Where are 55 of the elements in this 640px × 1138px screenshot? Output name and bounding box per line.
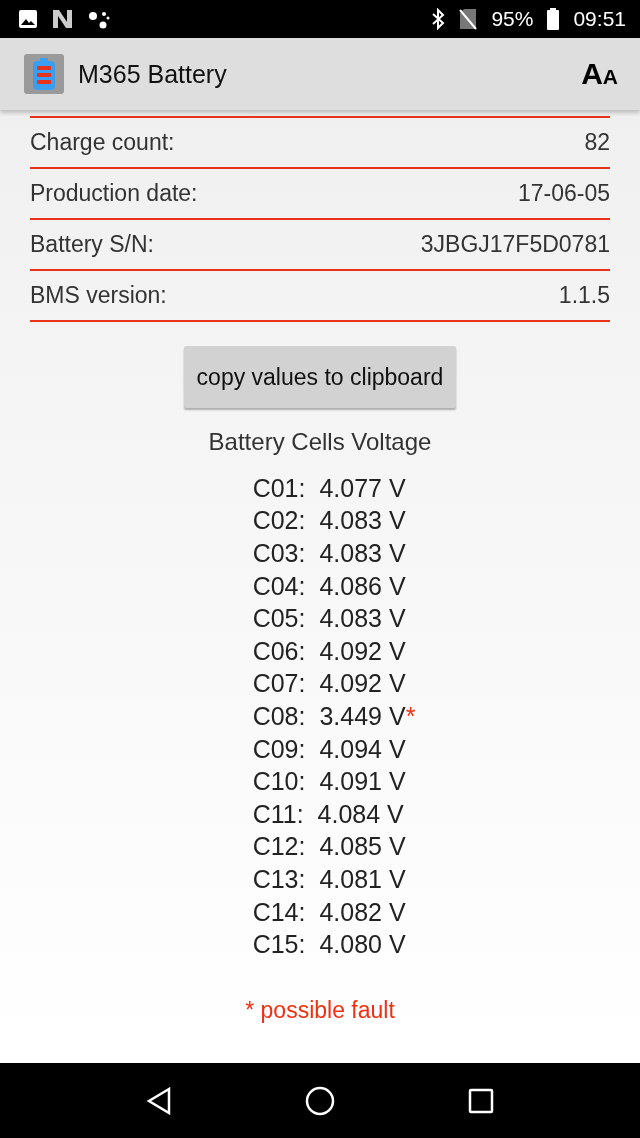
cell-name: C09: bbox=[252, 734, 306, 764]
cell-voltage: 3.449 V* bbox=[319, 701, 416, 731]
recents-icon[interactable] bbox=[467, 1087, 494, 1114]
cell-voltage: 4.086 V bbox=[319, 571, 406, 601]
cell-voltage: 4.092 V bbox=[319, 669, 406, 699]
dots-icon bbox=[88, 9, 110, 29]
back-icon[interactable] bbox=[146, 1086, 173, 1115]
battery-percent: 95% bbox=[491, 7, 534, 31]
fault-footnote: * possible fault bbox=[245, 996, 395, 1024]
cell-voltage: 4.085 V bbox=[319, 832, 406, 862]
info-value: 1.1.5 bbox=[558, 282, 610, 309]
cell-voltage: 4.084 V bbox=[317, 799, 404, 829]
info-label: Battery S/N: bbox=[30, 231, 154, 258]
font-size-button[interactable]: AA bbox=[581, 57, 618, 91]
cell-voltage: 4.083 V bbox=[319, 506, 406, 536]
cell-name: C08: bbox=[252, 701, 306, 731]
cell-name: C06: bbox=[252, 636, 306, 666]
clock: 09:51 bbox=[573, 7, 626, 31]
cell-voltage: 4.081 V bbox=[319, 864, 406, 894]
cell-voltage: 4.094 V bbox=[319, 734, 406, 764]
cell-name: C07: bbox=[252, 669, 306, 699]
cell-name: C14: bbox=[252, 897, 306, 927]
cell-name: C10: bbox=[252, 767, 306, 797]
bluetooth-icon bbox=[431, 8, 446, 30]
cell-voltage: 4.083 V bbox=[319, 604, 406, 634]
info-label: Production date: bbox=[30, 180, 198, 207]
battery-icon bbox=[547, 8, 560, 30]
no-sim-icon bbox=[459, 8, 478, 30]
info-value: 82 bbox=[584, 129, 610, 156]
cell-voltage: 4.083 V bbox=[319, 539, 406, 568]
cell-name: C12: bbox=[252, 832, 306, 862]
cell-name: C05: bbox=[252, 604, 306, 634]
cell-name: C13: bbox=[252, 864, 306, 894]
info-label: Charge count: bbox=[30, 129, 175, 156]
cell-voltage: 4.077 V bbox=[319, 473, 406, 503]
image-icon bbox=[18, 9, 38, 29]
home-icon[interactable] bbox=[305, 1085, 335, 1116]
cells-heading: Battery Cells Voltage bbox=[208, 428, 432, 456]
cell-name: C04: bbox=[252, 571, 306, 601]
cell-voltage: 4.080 V bbox=[319, 930, 406, 960]
cell-voltage: 4.082 V bbox=[319, 897, 406, 927]
info-value: 17-06-05 bbox=[517, 180, 610, 207]
cell-name: C01: bbox=[252, 473, 306, 503]
cell-name: C15: bbox=[252, 930, 306, 960]
n-logo-icon bbox=[52, 9, 74, 29]
cell-name: C11: bbox=[252, 799, 304, 829]
cell-voltage: 4.092 V bbox=[319, 636, 406, 666]
copy-button[interactable]: copy values to clipboard bbox=[183, 346, 457, 408]
app-title: M365 Battery bbox=[78, 59, 228, 89]
cell-voltage: 4.091 V bbox=[319, 767, 406, 797]
cell-name: C02: bbox=[252, 506, 306, 536]
info-value: 3JBGJ17F5D0781 bbox=[420, 231, 610, 258]
battery-app-icon bbox=[24, 54, 64, 94]
cell-name: C03: bbox=[252, 539, 306, 568]
info-label: BMS version: bbox=[30, 282, 167, 309]
